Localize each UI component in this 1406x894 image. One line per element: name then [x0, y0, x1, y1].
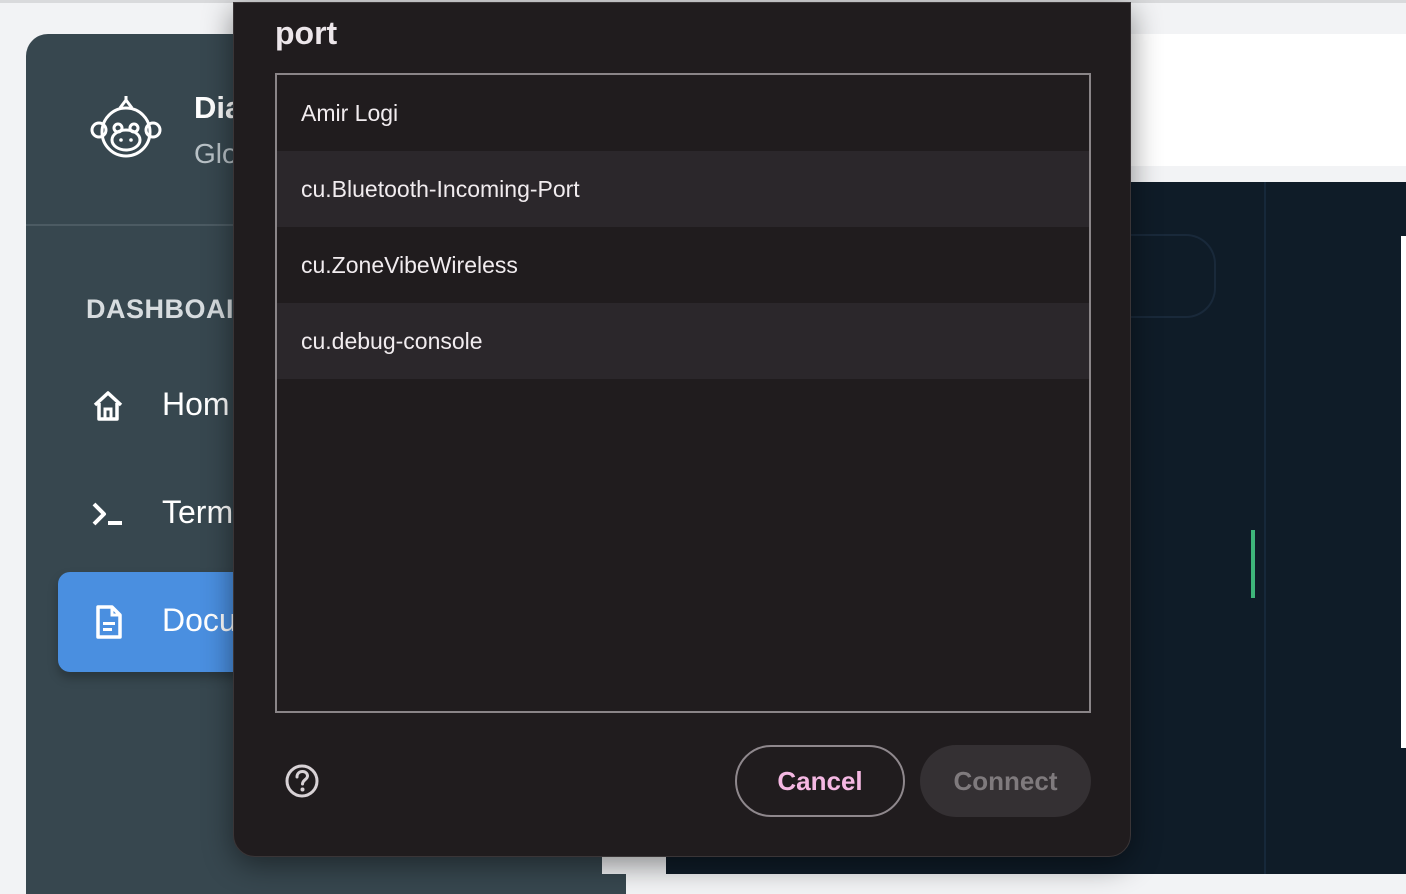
port-item[interactable]: cu.ZoneVibeWireless	[277, 227, 1089, 303]
help-circle-icon[interactable]	[284, 763, 320, 799]
panel-divider	[1264, 182, 1266, 874]
terminal-icon	[90, 496, 126, 532]
port-item[interactable]: Amir Logi	[277, 75, 1089, 151]
port-item[interactable]: cu.debug-console	[277, 303, 1089, 379]
home-icon	[90, 388, 126, 424]
content-header-area	[1130, 34, 1406, 166]
section-title-dashboard: DASHBOAI	[86, 294, 235, 324]
nav-label-terminal: Term	[162, 494, 234, 530]
monkey-logo-icon	[86, 94, 166, 164]
port-list[interactable]: Amir Logi cu.Bluetooth-Incoming-Port cu.…	[275, 73, 1091, 713]
connect-button[interactable]: Connect	[920, 745, 1091, 817]
cancel-button[interactable]: Cancel	[735, 745, 905, 817]
nav-label-documents: Docu	[162, 602, 237, 638]
app-subtitle: Glo	[194, 138, 238, 169]
scrollbar-edge	[1401, 236, 1406, 748]
content-gap	[602, 856, 666, 874]
port-item[interactable]: cu.Bluetooth-Incoming-Port	[277, 151, 1089, 227]
document-icon	[90, 604, 126, 640]
nav-label-home: Hom	[162, 386, 230, 422]
port-select-dialog: port Amir Logi cu.Bluetooth-Incoming-Por…	[233, 2, 1131, 857]
status-indicator-bar	[1251, 530, 1255, 598]
dialog-title: port	[275, 15, 338, 51]
